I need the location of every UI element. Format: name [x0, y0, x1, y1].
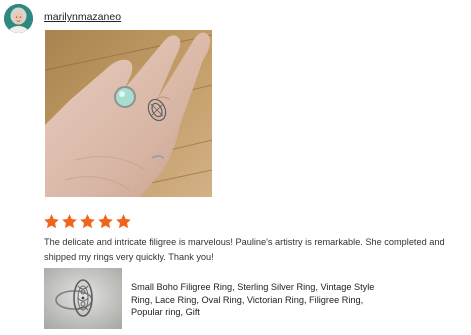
- hand-wearing-rings-icon: [45, 30, 212, 197]
- star-icon: [80, 214, 95, 229]
- user-avatar-icon: [4, 4, 33, 33]
- star-rating: [43, 213, 132, 230]
- review-photo[interactable]: [45, 30, 212, 197]
- product-title-link[interactable]: Small Boho Filigree Ring, Sterling Silve…: [131, 281, 386, 319]
- star-icon: [98, 214, 113, 229]
- review-text: The delicate and intricate filigree is m…: [44, 237, 445, 262]
- star-icon: [62, 214, 77, 229]
- reviewer-avatar[interactable]: [4, 4, 33, 33]
- star-icon: [116, 214, 131, 229]
- reviewer-username-link[interactable]: marilynmazaneo: [44, 11, 121, 24]
- star-icon: [44, 214, 59, 229]
- product-thumbnail[interactable]: [44, 268, 122, 329]
- filigree-ring-icon: [44, 268, 122, 329]
